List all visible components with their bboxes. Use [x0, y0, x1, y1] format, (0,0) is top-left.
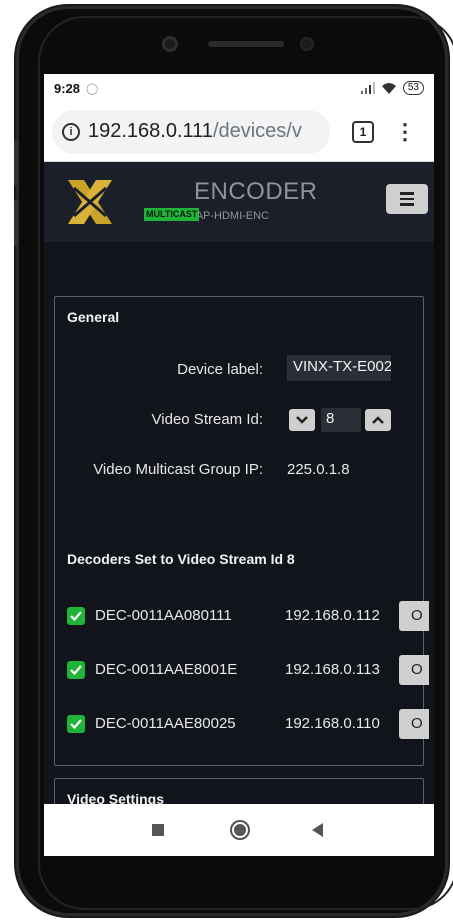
decoder-checkbox[interactable] [67, 715, 85, 733]
vinx-logo [68, 180, 112, 224]
decoder-action-button[interactable]: O [399, 709, 429, 739]
wifi-icon [381, 83, 396, 94]
decoders-title: Decoders Set to Video Stream Id 8 [67, 551, 295, 567]
app-header: ENCODER VINX-210AP-HDMI-ENC MULTICAST [44, 162, 434, 242]
chevron-down-icon [296, 416, 308, 424]
proximity-sensor [300, 37, 314, 51]
front-camera [162, 36, 178, 52]
browser-toolbar: i 192.168.0.111/devices/v 1 ⋮ [44, 102, 434, 162]
nav-home-icon[interactable] [230, 820, 250, 840]
status-bar: 9:28 ◯ 53 [44, 74, 434, 102]
multicast-ip-value: 225.0.1.8 [287, 461, 350, 478]
decoder-name: DEC-0011AAE8001E [95, 661, 238, 678]
multicast-badge: MULTICAST [144, 208, 200, 221]
chevron-up-icon [372, 416, 384, 424]
signal-icon [360, 82, 375, 94]
multicast-ip-label: Video Multicast Group IP: [93, 461, 263, 478]
menu-dots-icon[interactable]: ⋮ [394, 120, 416, 143]
decoder-row: DEC-0011AAE8001E 192.168.0.113 O [55, 655, 429, 685]
hamburger-icon [400, 192, 414, 195]
address-bar[interactable]: i 192.168.0.111/devices/v [52, 109, 330, 154]
nav-recents-icon[interactable] [152, 824, 164, 836]
decoder-row: DEC-0011AA080111 192.168.0.112 O [55, 601, 429, 631]
decoder-name: DEC-0011AAE80025 [95, 715, 236, 732]
check-icon [70, 719, 82, 729]
url-host: 192.168.0.111 [88, 120, 213, 142]
decoder-ip: 192.168.0.112 [285, 607, 380, 624]
decoder-name: DEC-0011AA080111 [95, 607, 232, 624]
android-nav-bar [44, 804, 434, 856]
device-label-label: Device label: [177, 361, 263, 378]
stream-id-label: Video Stream Id: [151, 411, 263, 428]
decoder-action-button[interactable]: O [399, 601, 429, 631]
status-time: 9:28 [54, 80, 81, 96]
check-icon [70, 611, 82, 621]
general-panel: General Device label: VINX-TX-E002( Vide… [54, 296, 429, 766]
decoder-checkbox[interactable] [67, 607, 85, 625]
wifi-off-icon: ◯ [86, 82, 99, 95]
battery-icon: 53 [402, 81, 424, 95]
decoder-ip: 192.168.0.113 [285, 661, 380, 678]
url-path: /devices/v [212, 120, 302, 142]
stream-id-decrement-button[interactable] [289, 409, 315, 431]
decoder-ip: 192.168.0.110 [285, 715, 380, 732]
check-icon [70, 665, 82, 675]
phone-side-button [14, 140, 18, 186]
stream-id-input[interactable]: 8 [321, 408, 361, 432]
stream-id-increment-button[interactable] [365, 409, 391, 431]
hamburger-menu-button[interactable] [386, 184, 428, 214]
decoder-action-button[interactable]: O [399, 655, 429, 685]
decoder-row: DEC-0011AAE80025 192.168.0.110 O [55, 709, 429, 739]
general-title: General [67, 309, 120, 325]
earpiece-speaker [208, 41, 284, 47]
url-text: 192.168.0.111/devices/v [88, 120, 302, 143]
nav-back-icon[interactable] [312, 823, 323, 837]
decoder-checkbox[interactable] [67, 661, 85, 679]
info-icon[interactable]: i [62, 122, 80, 141]
tab-switcher-button[interactable]: 1 [352, 120, 374, 143]
phone-screen: 9:28 ◯ 53 i 192.168.0.111/devices/v 1 ⋮ [44, 74, 434, 856]
device-label-input[interactable]: VINX-TX-E002( [287, 355, 391, 381]
phone-side-button [14, 200, 18, 246]
page-title: ENCODER [194, 178, 318, 205]
